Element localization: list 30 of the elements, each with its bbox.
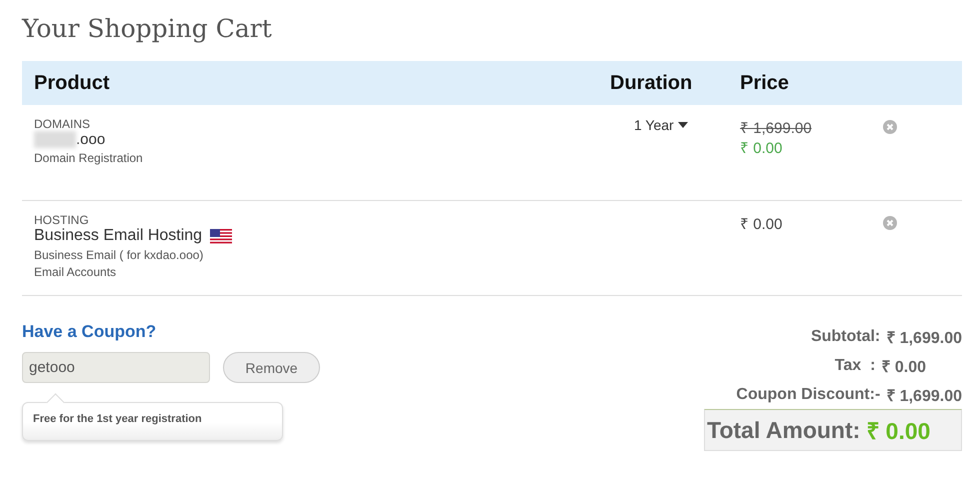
product-name: .ooo <box>76 131 106 148</box>
product-detail: Domain Registration <box>34 151 143 165</box>
column-header: Duration <box>609 72 694 94</box>
page-title: Your Shopping Cart <box>22 14 273 43</box>
remove-icon[interactable] <box>883 216 897 230</box>
total-value: ₹ 0.00 <box>866 417 930 446</box>
product-detail: Email Accounts <box>34 265 116 279</box>
column-header: Price <box>740 72 790 94</box>
old-price: ₹ 1,699.00 <box>740 119 813 137</box>
summary-value: ₹ 1,699.00 <box>886 328 962 348</box>
column-header: Product <box>33 72 111 94</box>
coupon-field[interactable]: getooo <box>22 352 210 383</box>
remove-button[interactable]: Remove <box>223 352 320 383</box>
total-label: Total Amount: <box>707 416 860 444</box>
price: ₹ 0.00 <box>740 139 784 157</box>
product-name: Business Email Hosting <box>34 227 202 245</box>
summary-value: ₹ 1,699.00 <box>886 386 962 406</box>
price: ₹ 0.00 <box>740 215 784 233</box>
remove-icon[interactable] <box>883 120 897 134</box>
duration-dropdown[interactable]: 1 Year <box>610 117 688 133</box>
product-category: HOSTING <box>34 213 89 227</box>
summary-label: Subtotal: <box>810 328 880 346</box>
summary-label: Coupon Discount:- <box>736 386 880 404</box>
summary-value: ₹ 0.00 <box>881 358 926 376</box>
tooltip-text: Free for the 1st year registration <box>33 413 202 425</box>
product-category: DOMAINS <box>34 117 90 131</box>
summary-label: Tax : <box>834 356 876 374</box>
product-detail: Business Email ( for kxdao.ooo) <box>34 248 204 262</box>
caret-icon <box>678 122 688 128</box>
coupon-heading: Have a Coupon? <box>22 322 156 342</box>
